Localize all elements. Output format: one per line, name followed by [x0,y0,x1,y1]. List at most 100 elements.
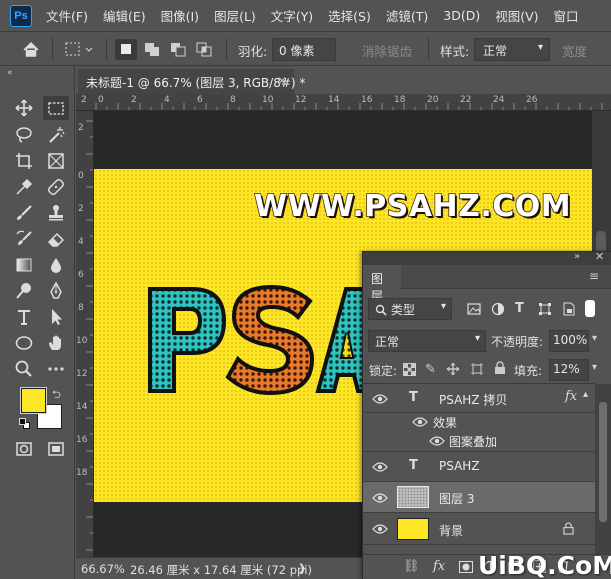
menu-3d[interactable]: 3D(D) [443,8,480,23]
history-brush-tool-icon[interactable] [11,227,37,251]
zoom-tool-icon[interactable] [11,357,37,381]
horizontal-ruler[interactable]: 2 0 2 4 6 8 10 12 14 16 18 20 22 24 26 [76,94,611,111]
magic-wand-tool-icon[interactable] [43,123,69,147]
close-icon[interactable]: ✕ [277,74,287,88]
feather-input[interactable]: 0 像素 [272,38,336,61]
filter-toggle-switch[interactable] [585,300,595,317]
zoom-level[interactable]: 66.67% [81,562,125,576]
document-tab[interactable]: 未标题-1 @ 66.7% (图层 3, RGB/8#) * ✕ [78,69,305,94]
eye-icon[interactable] [372,461,388,473]
home-icon[interactable] [20,39,42,60]
eye-icon[interactable] [372,492,388,504]
filter-pixel-icon[interactable] [467,302,481,319]
clone-stamp-tool-icon[interactable] [43,201,69,225]
panel-menu-icon[interactable]: ≡ [589,269,599,283]
opacity-input[interactable]: 100% [549,330,589,352]
lasso-tool-icon[interactable] [11,123,37,147]
dodge-tool-icon[interactable] [11,279,37,303]
menu-image[interactable]: 图像(I) [161,6,199,25]
more-tools-icon[interactable] [43,357,69,381]
blend-mode-select[interactable]: 正常 ▾ [368,330,486,352]
photoshop-logo[interactable]: Ps [10,4,32,27]
marquee-preset-icon[interactable] [62,39,93,60]
layer-name[interactable]: PSAHZ [439,459,480,473]
filter-type-icon[interactable]: T [515,301,524,316]
move-tool-icon[interactable] [11,96,37,120]
collapse-toolbar-icon[interactable]: « [7,68,13,78]
blur-tool-icon[interactable] [43,253,69,277]
new-selection-icon[interactable] [115,39,137,60]
add-selection-icon[interactable] [141,39,163,60]
chevron-up-icon[interactable]: ▴ [583,389,588,400]
filter-smart-object-icon[interactable] [562,302,576,319]
menu-select[interactable]: 选择(S) [328,6,371,25]
add-mask-icon[interactable] [459,561,473,573]
fill-input[interactable]: 12% [549,359,589,381]
eye-icon[interactable] [412,416,428,428]
chevron-down-icon[interactable]: ▾ [592,333,597,344]
fx-icon[interactable]: fx [565,389,577,404]
eraser-tool-icon[interactable] [43,227,69,251]
intersect-selection-icon[interactable] [193,39,215,60]
eye-icon[interactable] [429,435,445,447]
brush-tool-icon[interactable] [11,201,37,225]
layer-name[interactable]: PSAHZ 拷贝 [439,391,507,408]
layer-row-psahz[interactable]: T PSAHZ [363,452,595,482]
eye-icon[interactable] [372,523,388,535]
swap-colors-icon[interactable]: ⮌ [52,386,61,405]
screen-mode-icon[interactable] [43,437,69,461]
healing-brush-tool-icon[interactable] [43,175,69,199]
lock-icon[interactable] [563,522,574,535]
path-selection-tool-icon[interactable] [43,305,69,329]
gradient-tool-icon[interactable] [11,253,37,277]
menu-filter[interactable]: 滤镜(T) [386,6,428,25]
status-arrow[interactable]: ❯ [298,563,306,574]
menu-file[interactable]: 文件(F) [46,6,88,25]
lock-artboard-icon[interactable] [470,362,484,379]
link-layers-icon[interactable]: ⛓ [403,559,420,574]
type-tool-icon[interactable] [11,305,37,329]
layer-name[interactable]: 背景 [439,522,463,539]
layer-row-psahz-copy[interactable]: T PSAHZ 拷贝 fx ▴ [363,384,595,413]
foreground-color-swatch[interactable] [20,387,47,414]
menu-layer[interactable]: 图层(L) [214,6,256,25]
layer-effect-pattern-overlay[interactable]: 图案叠加 [363,432,595,452]
menu-view[interactable]: 视图(V) [495,6,538,25]
menu-window[interactable]: 窗口 [554,6,579,25]
layer-row-layer-3[interactable]: 图层 3 [363,482,595,513]
menu-type[interactable]: 文字(Y) [271,6,313,25]
layer-effects-row[interactable]: 效果 [363,413,595,432]
ruler-label: 4 [78,237,84,247]
filter-shape-icon[interactable] [538,302,552,319]
default-colors-icon[interactable] [19,418,30,429]
eye-icon[interactable] [372,393,388,405]
chevron-down-icon[interactable]: ▾ [592,362,597,373]
vertical-ruler[interactable]: 2 0 2 4 6 8 10 12 14 16 18 [76,111,94,557]
filter-adjustment-icon[interactable] [491,302,505,319]
lock-transparent-icon[interactable] [403,363,416,379]
pen-tool-icon[interactable] [43,279,69,303]
lock-all-icon[interactable] [494,361,506,378]
add-style-fx-icon[interactable]: fx [433,559,445,574]
layer-filter-select[interactable]: 类型 ▾ [368,298,452,320]
menu-bar: Ps 文件(F) 编辑(E) 图像(I) 图层(L) 文字(Y) 选择(S) 滤… [0,0,611,31]
layers-scrollbar-thumb[interactable] [599,402,607,522]
style-select[interactable]: 正常 ▾ [474,38,550,61]
quick-mask-icon[interactable] [11,437,37,461]
frame-tool-icon[interactable] [43,149,69,173]
menu-edit[interactable]: 编辑(E) [103,6,146,25]
rect-marquee-tool-icon[interactable] [43,96,69,120]
layer-name[interactable]: 图层 3 [439,490,474,507]
eyedropper-tool-icon[interactable] [11,175,37,199]
hand-tool-icon[interactable] [43,331,69,355]
tab-layers[interactable]: 图层 [363,265,401,303]
crop-tool-icon[interactable] [11,149,37,173]
ellipse-tool-icon[interactable] [11,331,37,355]
lock-position-icon[interactable] [446,362,460,379]
close-icon[interactable]: ✕ [595,250,604,263]
collapse-panel-icon[interactable]: » [574,251,580,262]
ruler-label: 20 [427,95,439,105]
subtract-selection-icon[interactable] [167,39,189,60]
layer-row-background[interactable]: 背景 [363,513,595,545]
lock-pixels-icon[interactable]: ✎ [425,362,436,377]
